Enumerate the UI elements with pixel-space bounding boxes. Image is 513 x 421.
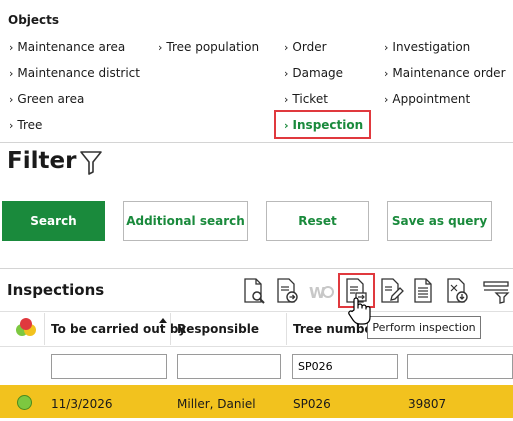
- cell-responsible: Miller, Daniel: [177, 397, 256, 411]
- column-separator: [44, 313, 45, 345]
- link-damage[interactable]: › Damage: [284, 66, 343, 80]
- filter-input-tree-number[interactable]: [292, 354, 398, 379]
- link-label: Tree population: [166, 40, 260, 54]
- link-inspection[interactable]: › Inspection: [284, 118, 363, 132]
- tooltip: Perform inspection: [367, 316, 481, 339]
- chevron-right-icon: ›: [284, 41, 289, 54]
- link-label: Inspection: [292, 118, 364, 132]
- cell-extra: 39807: [408, 397, 447, 411]
- filter-input-responsible[interactable]: [177, 354, 281, 379]
- chevron-right-icon: ›: [9, 41, 14, 54]
- link-label: Maintenance district: [17, 66, 140, 80]
- status-indicator: [17, 395, 32, 410]
- column-separator: [286, 313, 287, 345]
- link-label: Tree: [17, 118, 43, 132]
- search-document-icon[interactable]: [241, 276, 267, 306]
- search-button[interactable]: Search: [2, 201, 105, 241]
- chevron-right-icon: ›: [284, 119, 289, 132]
- link-label: Maintenance order: [392, 66, 506, 80]
- filter-rows-icon[interactable]: [482, 276, 512, 306]
- hand-cursor-icon: [348, 297, 371, 325]
- link-label: Green area: [17, 92, 85, 106]
- column-separator: [170, 313, 171, 345]
- chevron-right-icon: ›: [158, 41, 163, 54]
- edit-document-icon[interactable]: [378, 276, 404, 306]
- column-header-carried-out-by[interactable]: To be carried out by: [51, 322, 186, 336]
- funnel-icon[interactable]: [79, 150, 103, 176]
- chevron-right-icon: ›: [9, 93, 14, 106]
- link-appointment[interactable]: › Appointment: [384, 92, 470, 106]
- link-tree[interactable]: › Tree: [9, 118, 42, 132]
- link-maintenance-order[interactable]: › Maintenance order: [384, 66, 506, 80]
- link-label: Ticket: [292, 92, 328, 106]
- link-maintenance-district[interactable]: › Maintenance district: [9, 66, 140, 80]
- sort-ascending-icon[interactable]: [158, 316, 168, 324]
- cell-carried-out-by: 11/3/2026: [51, 397, 113, 411]
- column-header-responsible[interactable]: Responsible: [177, 322, 259, 336]
- filter-title: Filter: [7, 148, 77, 174]
- link-label: Appointment: [392, 92, 471, 106]
- document-forward-icon[interactable]: [274, 276, 300, 306]
- link-label: Order: [292, 40, 327, 54]
- reset-button[interactable]: Reset: [266, 201, 369, 241]
- link-label: Investigation: [392, 40, 471, 54]
- chevron-right-icon: ›: [384, 93, 389, 106]
- chevron-right-icon: ›: [284, 67, 289, 80]
- link-investigation[interactable]: › Investigation: [384, 40, 470, 54]
- link-tree-population[interactable]: › Tree population: [158, 40, 259, 54]
- link-green-area[interactable]: › Green area: [9, 92, 84, 106]
- filter-input-extra[interactable]: [407, 354, 513, 379]
- wo-disabled-icon: W: [309, 284, 334, 302]
- filter-input-carried-out-by[interactable]: [51, 354, 167, 379]
- chevron-right-icon: ›: [284, 93, 289, 106]
- chevron-right-icon: ›: [384, 67, 389, 80]
- document-lines-icon[interactable]: [411, 276, 437, 306]
- link-ticket[interactable]: › Ticket: [284, 92, 328, 106]
- objects-title: Objects: [8, 13, 60, 27]
- chevron-right-icon: ›: [9, 119, 14, 132]
- status-column-icon: [16, 318, 36, 336]
- additional-search-button[interactable]: Additional search: [123, 201, 248, 241]
- section-divider: [0, 268, 513, 269]
- cell-tree-number: SP026: [293, 397, 331, 411]
- document-download-icon[interactable]: [444, 276, 470, 306]
- link-order[interactable]: › Order: [284, 40, 327, 54]
- chevron-right-icon: ›: [9, 67, 14, 80]
- link-label: Damage: [292, 66, 344, 80]
- inspections-title: Inspections: [7, 281, 105, 299]
- link-label: Maintenance area: [17, 40, 126, 54]
- section-divider: [0, 142, 513, 143]
- chevron-right-icon: ›: [384, 41, 389, 54]
- save-as-query-button[interactable]: Save as query: [387, 201, 492, 241]
- link-maintenance-area[interactable]: › Maintenance area: [9, 40, 125, 54]
